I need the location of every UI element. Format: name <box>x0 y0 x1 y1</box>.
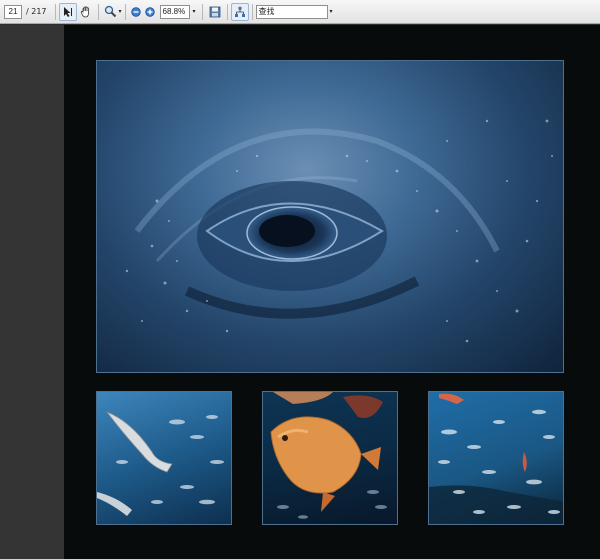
zoom-in-button[interactable] <box>143 3 157 21</box>
document-page <box>64 25 600 559</box>
hand-tool-icon <box>80 5 89 17</box>
zoom-tool-dropdown[interactable]: ▾ <box>119 8 122 15</box>
zoom-in-icon <box>144 6 155 17</box>
toolbar-divider <box>251 3 253 20</box>
search-dropdown[interactable]: ▾ <box>330 8 333 15</box>
select-text-button[interactable] <box>58 2 77 21</box>
zoom-tool-button[interactable] <box>102 3 120 21</box>
toolbar-divider <box>54 3 56 20</box>
grouper-fish-photo <box>262 391 398 525</box>
toolbar-divider <box>201 3 203 20</box>
select-text-icon <box>63 6 72 17</box>
fish-school-photo-2 <box>428 391 564 525</box>
zoom-tool-icon <box>104 5 117 18</box>
hand-tool-button[interactable] <box>77 3 95 21</box>
search-value: 查找 <box>258 7 275 16</box>
zoom-out-button[interactable] <box>129 3 143 21</box>
zoom-out-icon <box>130 6 141 17</box>
zoom-level-field[interactable]: 68.8% <box>159 4 190 19</box>
toolbar-divider <box>124 3 126 20</box>
page-total-label: / 217 <box>26 7 47 16</box>
toolbar-divider <box>226 3 228 20</box>
fish-school-photo-1 <box>96 391 232 525</box>
page-number-value: 21 <box>8 7 18 16</box>
tree-view-button[interactable] <box>230 2 249 21</box>
tree-view-icon <box>234 6 245 17</box>
save-icon <box>209 6 220 17</box>
save-button[interactable] <box>206 3 224 21</box>
zoom-level-dropdown[interactable]: ▾ <box>193 8 196 15</box>
toolbar-divider <box>97 3 99 20</box>
search-field[interactable]: 查找 <box>255 4 328 19</box>
left-panel <box>0 25 64 559</box>
toolbar: 21 / 217 ▾ 68.8% ▾ 查找 ▾ <box>0 0 600 24</box>
whale-eye-photo <box>96 60 564 373</box>
zoom-level-value: 68.8% <box>162 7 186 16</box>
page-number-field[interactable]: 21 <box>4 4 22 19</box>
